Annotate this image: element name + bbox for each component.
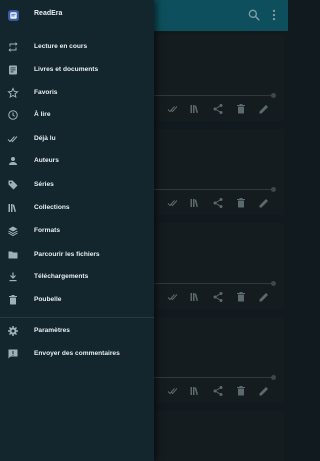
double-check-icon[interactable]: [167, 291, 179, 303]
drawer-item-trash[interactable]: Poubelle: [0, 290, 154, 311]
drawer-item-download[interactable]: Téléchargements: [0, 267, 154, 288]
drawer-item-label: Auteurs: [34, 157, 59, 164]
drawer-item-book[interactable]: Livres et documents: [0, 60, 154, 81]
drawer-item-label: Parcourir les fichiers: [34, 251, 100, 258]
drawer-item-label: Lecture en cours: [34, 43, 88, 50]
collections-icon[interactable]: [189, 197, 201, 209]
search-icon[interactable]: [247, 8, 261, 22]
drawer-item-star-outline[interactable]: Favoris: [0, 83, 154, 104]
tag-icon: [7, 179, 19, 191]
star-outline-icon: [7, 87, 19, 99]
edit-icon[interactable]: [258, 291, 270, 303]
edit-icon[interactable]: [258, 197, 270, 209]
collections-icon[interactable]: [189, 103, 201, 115]
folder-icon: [7, 249, 19, 261]
share-icon[interactable]: [212, 103, 224, 115]
book-icon: [7, 64, 19, 76]
drawer-item-gear[interactable]: Paramètres: [0, 321, 154, 342]
more-vert-icon[interactable]: [267, 8, 281, 22]
layers-icon: [7, 225, 19, 237]
progress-bar: [154, 281, 276, 286]
double-check-icon[interactable]: [167, 197, 179, 209]
drawer-item-label: Envoyer des commentaires: [34, 350, 120, 357]
drawer-header: ReadEra: [0, 0, 154, 33]
readera-logo-icon: [7, 9, 20, 22]
trash-icon[interactable]: [235, 291, 247, 303]
drawer-item-label: Favoris: [34, 89, 58, 96]
drawer-item-label: Poubelle: [34, 296, 62, 303]
trash-icon: [7, 294, 19, 306]
double-check-icon[interactable]: [167, 385, 179, 397]
navigation-drawer: ReadEra Lecture en cours Livres et docume…: [0, 0, 154, 461]
drawer-item-label: Livres et documents: [34, 66, 99, 73]
collections-icon: [7, 202, 19, 214]
person-icon: [7, 155, 19, 167]
share-icon[interactable]: [212, 197, 224, 209]
collections-icon[interactable]: [189, 291, 201, 303]
trash-icon[interactable]: [235, 385, 247, 397]
drawer-item-label: Paramètres: [34, 327, 70, 334]
feedback-icon: [7, 348, 19, 360]
drawer-item-clock[interactable]: À lire: [0, 105, 154, 126]
collections-icon[interactable]: [189, 385, 201, 397]
double-check-icon: [7, 133, 19, 145]
drawer-item-layers[interactable]: Formats: [0, 221, 154, 242]
drawer-item-person[interactable]: Auteurs: [0, 151, 154, 172]
drawer-item-label: Déjà lu: [34, 135, 56, 142]
progress-bar: [154, 93, 276, 98]
drawer-item-label: Séries: [34, 181, 54, 188]
clock-icon: [7, 109, 19, 121]
trash-icon[interactable]: [235, 103, 247, 115]
trash-icon[interactable]: [235, 197, 247, 209]
drawer-item-feedback[interactable]: Envoyer des commentaires: [0, 344, 154, 365]
edit-icon[interactable]: [258, 385, 270, 397]
drawer-item-tag[interactable]: Séries: [0, 175, 154, 196]
download-icon: [7, 271, 19, 283]
progress-bar: [154, 375, 276, 380]
edit-icon[interactable]: [258, 103, 270, 115]
drawer-item-label: Collections: [34, 204, 70, 211]
drawer-item-repeat[interactable]: Lecture en cours: [0, 37, 154, 58]
share-icon[interactable]: [212, 385, 224, 397]
app-name: ReadEra: [34, 10, 63, 17]
repeat-icon: [7, 41, 19, 53]
double-check-icon[interactable]: [167, 103, 179, 115]
gear-icon: [7, 325, 19, 337]
drawer-item-label: Téléchargements: [34, 273, 89, 280]
drawer-divider: [0, 317, 154, 318]
share-icon[interactable]: [212, 291, 224, 303]
drawer-item-collections[interactable]: Collections: [0, 198, 154, 219]
drawer-item-folder[interactable]: Parcourir les fichiers: [0, 245, 154, 266]
progress-bar: [154, 187, 276, 192]
drawer-item-label: À lire: [34, 111, 51, 118]
drawer-item-label: Formats: [34, 227, 61, 234]
drawer-item-double-check[interactable]: Déjà lu: [0, 129, 154, 150]
